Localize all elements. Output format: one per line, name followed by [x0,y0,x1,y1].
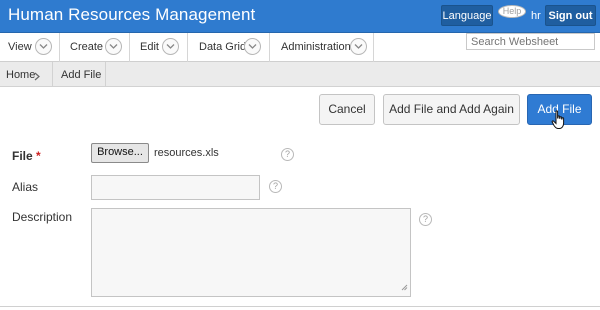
search-input[interactable] [466,33,595,50]
menu-item-label: Data Grid [199,41,247,53]
menu-item-create[interactable]: Create [60,33,130,62]
description-textarea[interactable] [91,208,411,297]
chevron-down-icon[interactable] [35,38,52,55]
alias-label: Alias [12,180,39,194]
sign-out-button[interactable]: Sign out [545,5,596,26]
file-label: File * [12,149,41,163]
add-file-and-add-again-button[interactable]: Add File and Add Again [383,94,520,125]
chevron-down-icon[interactable] [350,38,367,55]
help-button[interactable]: Help [498,5,526,18]
menu-item-edit[interactable]: Edit [130,33,188,62]
chevron-right-icon [34,70,40,84]
alias-input[interactable] [91,175,260,200]
chevron-down-icon[interactable] [105,38,122,55]
browse-button[interactable]: Browse... [91,143,149,163]
help-icon[interactable]: ? [419,213,432,226]
help-icon[interactable]: ? [269,180,282,193]
help-icon[interactable]: ? [281,148,294,161]
app-title: Human Resources Management [8,5,256,24]
menu-item-label: Edit [140,41,159,53]
user-name: hr [531,10,541,22]
menu-item-view[interactable]: View [0,33,60,62]
menu-item-label: View [8,41,32,53]
chevron-down-icon[interactable] [244,38,261,55]
description-label: Description [12,210,73,224]
language-button[interactable]: Language [441,5,493,26]
cancel-button[interactable]: Cancel [319,94,375,125]
breadcrumb-divider [105,62,106,87]
chevron-down-icon[interactable] [162,38,179,55]
hand-cursor-icon [551,110,567,133]
selected-file-name: resources.xls [154,147,219,159]
breadcrumb-home[interactable]: Home [6,69,35,81]
app-header: Human Resources Management Language Help… [0,0,600,33]
menu-item-data-grid[interactable]: Data Grid [188,33,270,62]
required-indicator: * [36,149,41,163]
menu-bar: View Create Edit Data Grid Administratio… [0,33,600,62]
resize-grip-icon[interactable] [401,280,408,294]
menu-item-label: Administration [281,41,351,53]
menu-item-label: Create [70,41,104,53]
breadcrumb-divider [52,62,53,87]
file-label-text: File [12,149,33,163]
breadcrumb-current: Add File [61,69,102,81]
divider [0,306,600,307]
breadcrumb: Home Add File [0,62,600,87]
menu-item-administration[interactable]: Administration [270,33,374,62]
